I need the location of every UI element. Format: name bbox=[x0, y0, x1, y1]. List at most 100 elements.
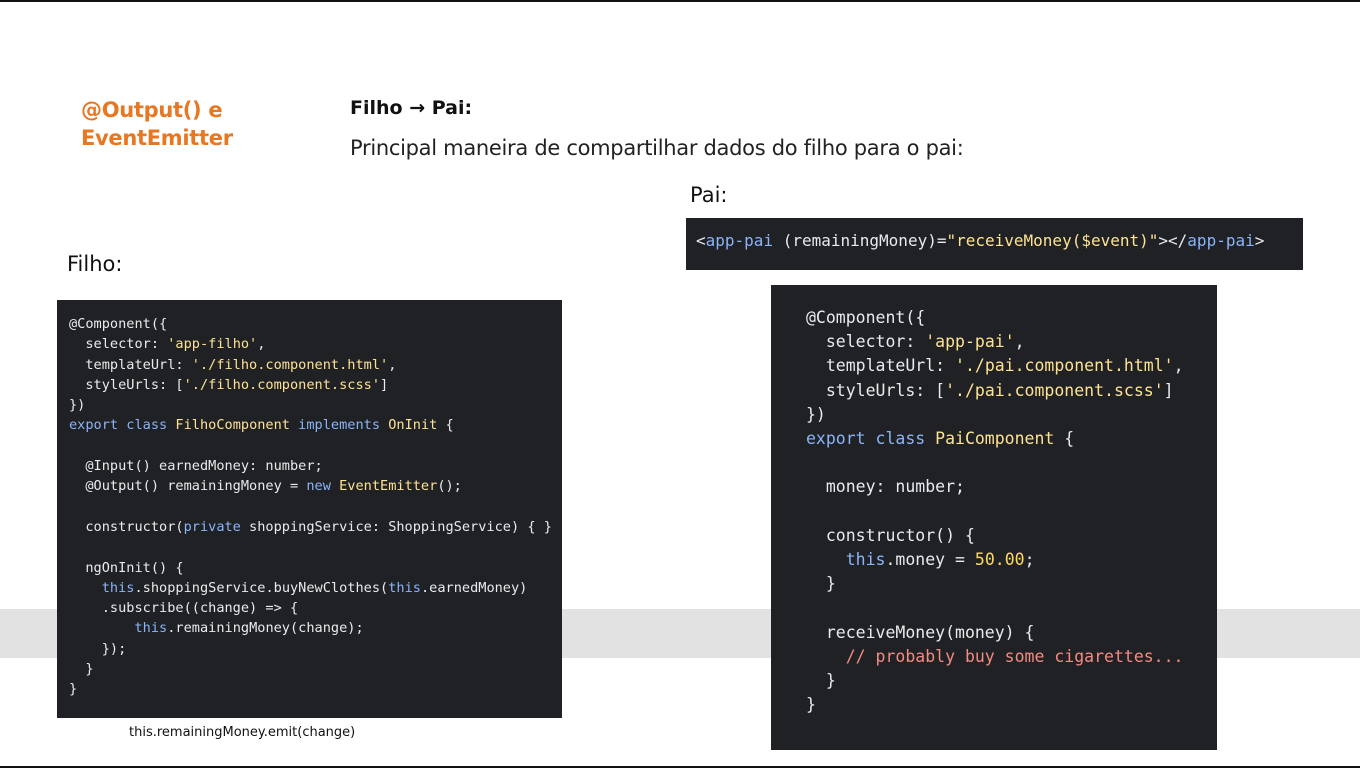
code-token: app-pai bbox=[705, 231, 774, 250]
code-line: .subscribe((change) => { bbox=[69, 598, 562, 618]
code-token: new bbox=[306, 478, 340, 495]
code-token: money: number; bbox=[806, 477, 965, 497]
code-token: ngOnInit() { bbox=[69, 559, 184, 576]
code-token: "receiveMoney($event)" bbox=[946, 231, 1159, 250]
code-token: } bbox=[69, 661, 94, 678]
code-line: @Input() earnedMoney: number; bbox=[69, 456, 562, 476]
code-token: > bbox=[1254, 231, 1265, 250]
code-token: styleUrls: [ bbox=[806, 380, 946, 400]
code-token: ; bbox=[1024, 550, 1035, 570]
code-token: './pai.component.scss' bbox=[945, 380, 1164, 400]
code-line: }) bbox=[69, 395, 562, 415]
slide-title: @Output() e EventEmitter bbox=[81, 98, 233, 150]
code-token: constructor() { bbox=[806, 525, 975, 545]
code-line: this.money = 50.00; bbox=[806, 548, 1217, 572]
code-token: export class bbox=[69, 417, 176, 434]
code-line: }) bbox=[806, 403, 1217, 427]
code-line: }); bbox=[69, 639, 562, 659]
code-line: templateUrl: './filho.component.html', bbox=[69, 355, 562, 375]
code-token: .remainingMoney(change); bbox=[167, 620, 364, 637]
code-line: export class PaiComponent { bbox=[806, 427, 1217, 451]
code-token: (); bbox=[437, 478, 462, 495]
code-line: constructor(private shoppingService: Sho… bbox=[69, 517, 562, 537]
code-line: } bbox=[806, 669, 1217, 693]
code-token: templateUrl: bbox=[69, 356, 192, 373]
code-token: , bbox=[1014, 332, 1025, 352]
code-line: } bbox=[69, 659, 562, 679]
code-token: @Output() remainingMoney = bbox=[69, 478, 307, 495]
code-line: templateUrl: './pai.component.html', bbox=[806, 354, 1217, 378]
code-token: } bbox=[69, 681, 78, 698]
code-line: // probably buy some cigarettes... bbox=[806, 645, 1217, 669]
code-token: , bbox=[388, 356, 397, 373]
code-line: receiveMoney(money) { bbox=[806, 621, 1217, 645]
code-token: @Component({ bbox=[69, 316, 168, 332]
code-token: < bbox=[696, 231, 706, 250]
code-token: PaiComponent bbox=[935, 429, 1055, 449]
pai-template-code-block: <app-pai (remainingMoney)="receiveMoney(… bbox=[686, 218, 1303, 270]
code-token: this bbox=[845, 550, 886, 570]
code-token: this bbox=[134, 620, 168, 637]
code-line: <app-pai (remainingMoney)="receiveMoney(… bbox=[696, 231, 1303, 251]
code-line: styleUrls: ['./filho.component.scss'] bbox=[69, 375, 562, 395]
code-line: ngOnInit() { bbox=[69, 558, 562, 578]
code-line: } bbox=[69, 679, 562, 699]
code-token: }); bbox=[69, 640, 127, 657]
code-token: 'app-filho' bbox=[167, 336, 258, 353]
code-token: app-pai bbox=[1187, 231, 1255, 250]
code-token: templateUrl: bbox=[806, 356, 956, 376]
code-token: .shoppingService.buyNewClothes( bbox=[134, 579, 389, 596]
code-line: styleUrls: ['./pai.component.scss'] bbox=[806, 379, 1217, 403]
code-token: styleUrls: [ bbox=[69, 376, 184, 393]
code-token: ></ bbox=[1158, 231, 1188, 250]
code-line: selector: 'app-filho', bbox=[69, 334, 562, 354]
code-token: implements bbox=[289, 417, 389, 434]
code-token: }) bbox=[69, 397, 86, 414]
code-line: } bbox=[806, 693, 1217, 717]
code-token: selector: bbox=[806, 332, 926, 352]
code-token: private bbox=[183, 518, 241, 535]
code-token: this bbox=[101, 579, 135, 596]
code-token: EventEmitter bbox=[339, 478, 438, 495]
code-token: ] bbox=[1163, 380, 1174, 400]
code-token: } bbox=[806, 574, 836, 594]
slide-heading: Filho → Pai: bbox=[350, 97, 473, 119]
code-token: @Component({ bbox=[806, 308, 926, 327]
code-line: export class FilhoComponent implements O… bbox=[69, 415, 562, 435]
pai-component-code-block: @Component({ selector: 'app-pai', templa… bbox=[771, 285, 1217, 750]
code-token: selector: bbox=[69, 336, 168, 353]
code-token: OnInit bbox=[388, 417, 438, 434]
code-line: @Component({ bbox=[806, 306, 1217, 330]
code-token: } bbox=[806, 671, 836, 691]
code-token: .subscribe((change) => { bbox=[69, 600, 299, 617]
code-line: @Output() remainingMoney = new EventEmit… bbox=[69, 476, 562, 496]
pai-label: Pai: bbox=[690, 183, 728, 207]
code-token: './filho.component.scss' bbox=[183, 376, 380, 393]
code-token: { bbox=[1054, 429, 1075, 449]
code-token: } bbox=[806, 695, 816, 715]
filho-label: Filho: bbox=[67, 252, 123, 276]
slide-subtitle: Principal maneira de compartilhar dados … bbox=[350, 136, 964, 160]
code-token: './pai.component.html' bbox=[955, 356, 1174, 376]
code-token: ] bbox=[380, 376, 389, 393]
code-token: @Input() earnedMoney: number; bbox=[69, 458, 323, 475]
code-token: (remainingMoney)= bbox=[773, 231, 947, 250]
code-line: this.shoppingService.buyNewClothes(this.… bbox=[69, 578, 562, 598]
code-token: FilhoComponent bbox=[175, 417, 290, 434]
code-token: // probably buy some cigarettes... bbox=[806, 646, 1184, 666]
code-token: .money = bbox=[885, 550, 975, 570]
code-token: .earnedMoney) bbox=[420, 579, 528, 596]
code-line: money: number; bbox=[806, 475, 1217, 499]
code-line: selector: 'app-pai', bbox=[806, 330, 1217, 354]
code-token: 50.00 bbox=[974, 550, 1025, 570]
code-token: shoppingService: ShoppingService) { } bbox=[240, 518, 552, 535]
code-token: , bbox=[1173, 356, 1184, 376]
code-token: constructor( bbox=[69, 518, 184, 535]
